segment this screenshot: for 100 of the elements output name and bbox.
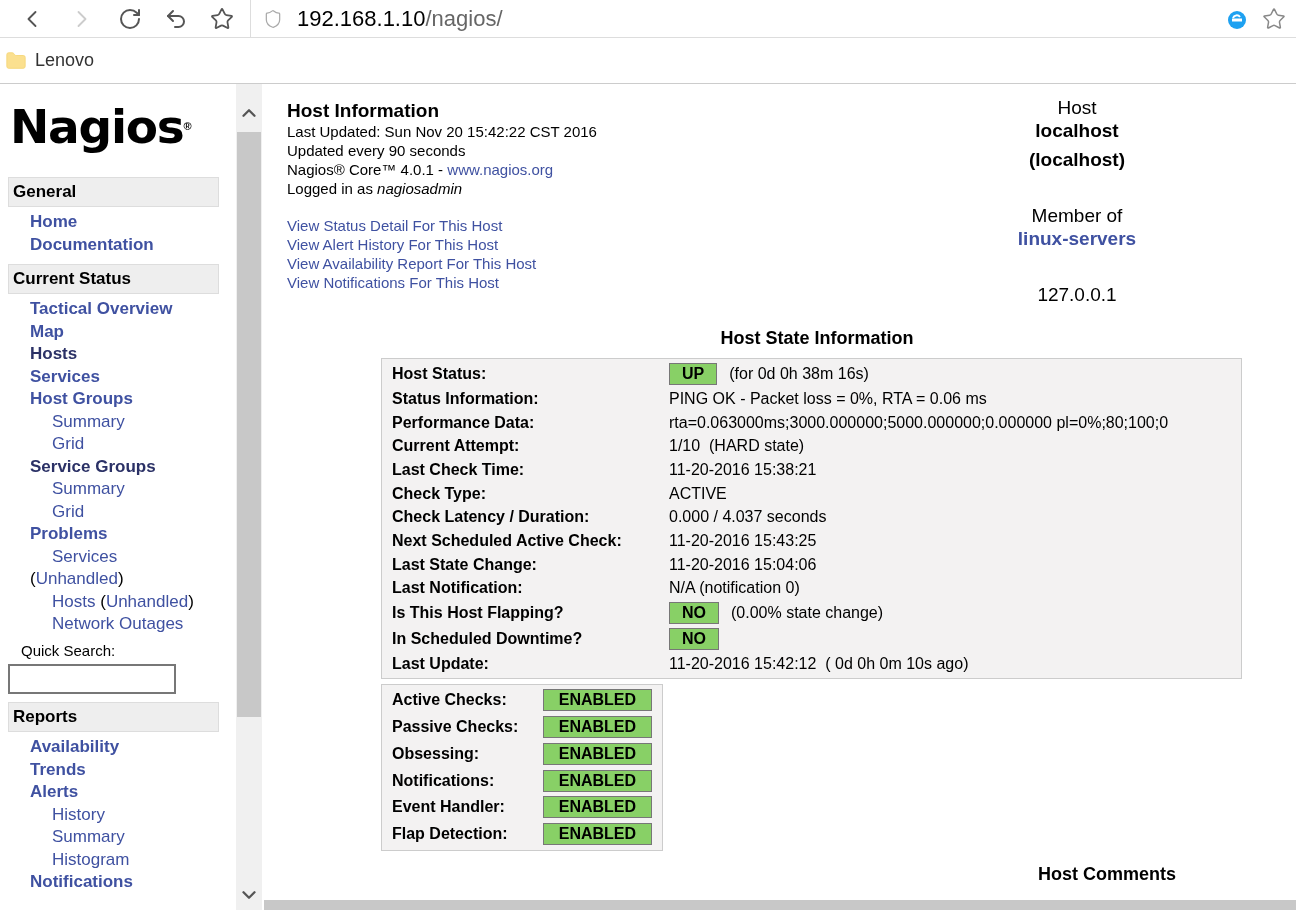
- status-badge: UP: [669, 363, 718, 385]
- shield-icon: [263, 8, 283, 29]
- section-header: Current Status: [8, 264, 219, 294]
- reload-icon[interactable]: [118, 6, 142, 31]
- section-title: Host State Information: [719, 327, 915, 349]
- field-label: Next Scheduled Active Check:: [392, 530, 623, 551]
- nav-sublink[interactable]: Histogram: [52, 849, 130, 869]
- nav-link[interactable]: Notifications: [30, 871, 236, 894]
- last-updated-text: Last Updated: Sun Nov 20 15:42:22 CST 2016: [287, 122, 598, 141]
- field-label: Passive Checks:: [392, 717, 520, 738]
- nav-sublink[interactable]: Unhandled: [105, 591, 189, 611]
- nav-sublink[interactable]: Grid: [52, 434, 85, 453]
- field-label: Last Notification:: [392, 578, 524, 599]
- field-label: Check Latency / Duration:: [392, 507, 591, 528]
- vertical-scrollbar[interactable]: [236, 84, 262, 910]
- member-of-label: Member of: [1031, 204, 1123, 228]
- host-link[interactable]: View Alert History For This Host: [287, 235, 499, 254]
- website-link[interactable]: www.nagios.org: [447, 160, 554, 179]
- nav-link[interactable]: Problems: [30, 523, 236, 546]
- field-label: Event Handler:: [392, 797, 506, 818]
- version-text: Nagios® Core™ 4.0.1 -: [287, 160, 445, 179]
- quick-search-label: Quick Search:: [20, 640, 117, 661]
- field-label: Notifications:: [392, 770, 496, 791]
- bookmark-link[interactable]: Lenovo: [35, 47, 95, 74]
- status-badge: ENABLED: [542, 742, 652, 765]
- nav-link[interactable]: Services: [30, 365, 236, 388]
- nav-sublink[interactable]: Summary: [52, 479, 125, 498]
- url-text: 192.168.1.10/nagios/: [297, 5, 503, 33]
- parenthesis-text: (: [100, 591, 106, 611]
- nav-sublink[interactable]: Hosts: [52, 591, 96, 611]
- status-badge: ENABLED: [542, 796, 652, 819]
- nav-link[interactable]: Hosts: [30, 343, 236, 366]
- address-bar[interactable]: 192.168.1.10/nagios/: [250, 0, 1296, 38]
- host-address: 127.0.0.1: [1037, 283, 1117, 307]
- favorite-star-icon[interactable]: [1262, 6, 1286, 31]
- field-value: 11-20-2016 15:38:21: [669, 459, 817, 480]
- folder-icon: [5, 49, 27, 72]
- nav-sublink[interactable]: Grid: [52, 501, 85, 521]
- nav-link[interactable]: Trends: [30, 758, 236, 781]
- field-label: Flap Detection:: [392, 824, 509, 845]
- field-label: In Scheduled Downtime?: [392, 629, 584, 650]
- host-name: localhost: [1035, 120, 1119, 142]
- field-label: Check Type:: [392, 483, 487, 504]
- nav-link[interactable]: Home: [30, 211, 236, 234]
- field-label: Current Attempt:: [392, 436, 521, 457]
- bookmark-star-icon[interactable]: [210, 6, 234, 31]
- nav-sublink[interactable]: Unhandled: [35, 569, 118, 588]
- nav-sublink[interactable]: Summary: [52, 827, 125, 846]
- field-value: 0.000 / 4.037 seconds: [669, 507, 827, 528]
- logged-in-text: Logged in as nagiosadmin: [287, 179, 464, 198]
- field-label: Last Update:: [392, 654, 490, 675]
- field-label: Is This Host Flapping?: [392, 603, 565, 624]
- nav-sublink[interactable]: History: [52, 804, 105, 824]
- field-label: Last State Change:: [392, 554, 538, 575]
- nav-link[interactable]: Service Groups: [30, 455, 236, 478]
- nagios-logo: Nagios®: [9, 98, 192, 155]
- scrollbar-thumb[interactable]: [237, 132, 261, 717]
- update-interval-text: Updated every 90 seconds: [287, 141, 467, 160]
- parenthesis-text: ): [188, 591, 194, 611]
- host-group-link[interactable]: linux-servers: [1017, 228, 1137, 250]
- field-value: 11-20-2016 15:43:25: [669, 530, 817, 551]
- field-value: 11-20-2016 15:42:12 ( 0d 0h 0m 10s ago): [669, 654, 969, 675]
- field-label: Performance Data:: [392, 412, 536, 433]
- host-link[interactable]: View Notifications For This Host: [287, 273, 500, 292]
- page-title: Host Information: [287, 100, 440, 122]
- status-badge: NO: [669, 602, 719, 625]
- quick-search-field[interactable]: [8, 664, 176, 694]
- nav-sublink[interactable]: Summary: [52, 411, 125, 431]
- nav-link[interactable]: Host Groups: [30, 388, 236, 411]
- nav-link[interactable]: Availability: [30, 736, 236, 759]
- field-label: Host Status:: [392, 364, 488, 384]
- section-header: General: [8, 177, 219, 207]
- status-badge: NO: [669, 628, 719, 651]
- nav-sublink[interactable]: Network Outages: [52, 614, 184, 633]
- status-badge: ENABLED: [542, 769, 652, 792]
- nav-link[interactable]: Documentation: [30, 233, 236, 256]
- status-badge: ENABLED: [542, 716, 652, 739]
- field-value: ACTIVE: [669, 483, 727, 504]
- field-label: Active Checks:: [392, 690, 508, 711]
- field-value: (0.00% state change): [731, 603, 884, 624]
- field-label: Status Information:: [392, 388, 540, 409]
- nav-link[interactable]: Alerts: [30, 781, 236, 804]
- field-value: 1/10 (HARD state): [669, 436, 805, 457]
- status-badge: ENABLED: [542, 689, 652, 712]
- host-alias: (localhost): [1028, 148, 1126, 172]
- field-value: 11-20-2016 15:04:06: [669, 554, 817, 575]
- horizontal-scrollbar[interactable]: [264, 900, 1296, 910]
- nav-sublink[interactable]: Services: [52, 546, 118, 566]
- parenthesis-text: (: [30, 569, 36, 588]
- section-title: Host Comments: [1037, 862, 1177, 885]
- field-value: (for 0d 0h 38m 16s): [729, 364, 869, 384]
- host-link[interactable]: View Status Detail For This Host: [287, 216, 503, 235]
- parenthesis-text: ): [117, 569, 124, 588]
- nav-link[interactable]: Map: [30, 320, 236, 343]
- field-label: Last Check Time:: [392, 459, 526, 480]
- field-value: N/A (notification 0): [669, 578, 800, 599]
- host-link[interactable]: View Availability Report For This Host: [287, 254, 537, 273]
- field-value: PING OK - Packet loss = 0%, RTA = 0.06 ms: [669, 388, 987, 409]
- nav-link[interactable]: Tactical Overview: [30, 298, 236, 321]
- field-label: Obsessing:: [392, 743, 481, 764]
